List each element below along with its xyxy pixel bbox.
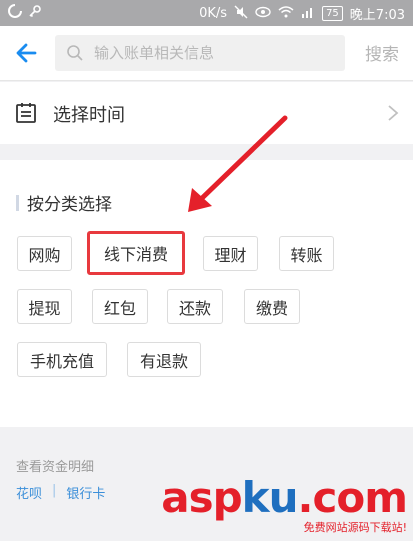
network-speed: 0K/s xyxy=(199,6,228,21)
link-separator: | xyxy=(52,483,57,498)
search-input[interactable] xyxy=(94,44,334,62)
eye-icon xyxy=(255,6,271,22)
clock: 晚上7:03 xyxy=(349,8,405,23)
category-section: 按分类选择 网购 线下消费 理财 转账 提现 红包 还款 缴费 手机充值 有退款 xyxy=(0,160,413,427)
tag-repayment[interactable]: 还款 xyxy=(167,289,223,324)
search-box[interactable] xyxy=(55,35,345,71)
funds-detail-title: 查看资金明细 xyxy=(16,460,95,475)
tag-phone-recharge[interactable]: 手机充值 xyxy=(17,342,107,377)
category-title: 按分类选择 xyxy=(16,190,112,215)
tag-bill-payment[interactable]: 缴费 xyxy=(244,289,300,324)
calendar-icon xyxy=(15,102,37,124)
key-icon xyxy=(28,4,42,22)
funds-links: 花呗 | 银行卡 xyxy=(16,483,105,502)
app-notification-icon xyxy=(8,4,22,22)
search-icon xyxy=(66,44,84,62)
tag-red-packet[interactable]: 红包 xyxy=(92,289,148,324)
search-header: 搜索 xyxy=(0,26,413,81)
huabei-link[interactable]: 花呗 xyxy=(16,483,42,502)
battery-indicator: 75 xyxy=(322,6,343,21)
select-time-label: 选择时间 xyxy=(53,105,125,126)
category-title-text: 按分类选择 xyxy=(27,195,112,215)
title-accent-bar xyxy=(16,194,19,211)
chevron-right-icon xyxy=(387,104,399,122)
tag-withdraw[interactable]: 提现 xyxy=(17,289,72,324)
tag-refund[interactable]: 有退款 xyxy=(127,342,201,377)
bank-card-link[interactable]: 银行卡 xyxy=(66,483,105,502)
tag-online-shopping[interactable]: 网购 xyxy=(17,236,72,271)
signal-icon xyxy=(301,6,315,22)
search-button[interactable]: 搜索 xyxy=(365,40,399,65)
watermark: aspku.com 免费网站源码下载站! xyxy=(161,473,408,535)
tag-offline-spending[interactable]: 线下消费 xyxy=(87,231,185,275)
tag-wealth[interactable]: 理财 xyxy=(203,236,258,271)
back-arrow-icon[interactable] xyxy=(14,40,40,66)
tag-transfer[interactable]: 转账 xyxy=(279,236,334,271)
watermark-logo: aspku.com xyxy=(161,473,408,522)
mute-icon xyxy=(234,5,248,23)
status-bar: 0K/s 75 晚上7:03 xyxy=(0,0,413,26)
wifi-icon xyxy=(278,5,294,22)
select-time-row[interactable]: 选择时间 xyxy=(0,82,413,144)
